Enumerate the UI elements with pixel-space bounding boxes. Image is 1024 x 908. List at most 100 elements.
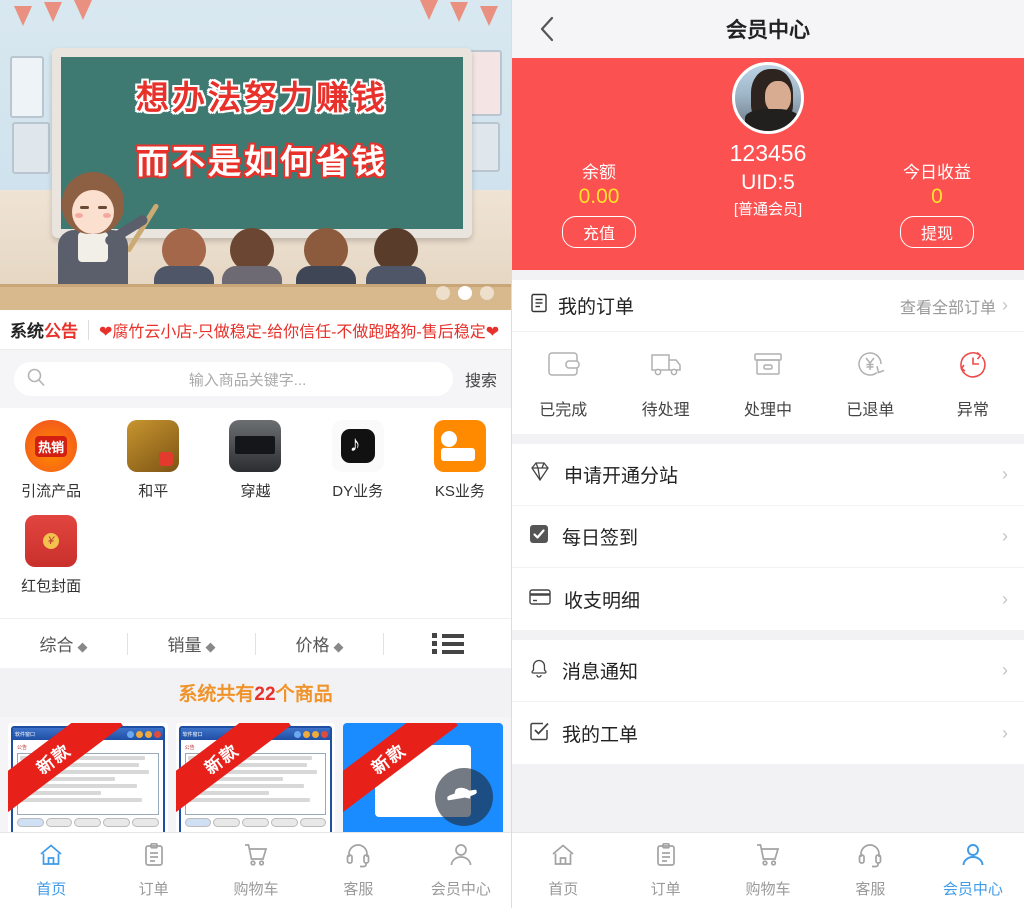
order-status-label: 异常: [956, 402, 989, 419]
menu-item-daily-checkin[interactable]: 每日签到 ›: [512, 506, 1024, 568]
sort-indicator: ◆: [77, 639, 88, 654]
avatar[interactable]: [732, 62, 804, 134]
tab-member-center[interactable]: 会员中心: [922, 833, 1024, 908]
sort-option-sales[interactable]: 销量 ◆: [128, 631, 255, 656]
order-status-refunded[interactable]: 已退单: [819, 348, 921, 420]
list-view-icon[interactable]: [384, 633, 511, 654]
order-status-label: 已完成: [539, 402, 588, 419]
wall-poster-left: [10, 56, 44, 118]
category-item-5[interactable]: ¥ 红包封面: [0, 515, 102, 596]
headset-icon: [857, 842, 883, 873]
sort-option-comprehensive[interactable]: 综合 ◆: [0, 631, 127, 656]
promo-banner[interactable]: 想办法努力赚钱 而不是如何省钱: [0, 0, 511, 310]
bottom-tabbar-left: 首页 订单 购物车 客服 会员中心: [0, 832, 511, 908]
menu-item-apply-substation[interactable]: 申请开通分站 ›: [512, 444, 1024, 506]
search-icon: [26, 367, 46, 392]
order-status-processing[interactable]: 处理中: [717, 348, 819, 420]
tab-cart[interactable]: 购物车: [205, 833, 307, 908]
income-value: 0: [931, 185, 943, 208]
menu-item-notifications[interactable]: 消息通知 ›: [512, 640, 1024, 702]
category-item-2[interactable]: 穿越: [204, 420, 306, 501]
balance-value: 0.00: [578, 185, 620, 208]
tab-orders[interactable]: 订单: [102, 833, 204, 908]
tab-cart[interactable]: 购物车: [717, 833, 819, 908]
view-all-orders-link[interactable]: 查看全部订单: [900, 294, 996, 318]
carousel-dot-3[interactable]: [480, 286, 494, 300]
menu-label: 申请开通分站: [564, 466, 679, 487]
floating-action-icon[interactable]: [435, 768, 493, 826]
system-announcement-bar[interactable]: 系统公告 ❤腐竹云小店-只做稳定-给你信任-不做跑路狗-售后稳定❤: [0, 310, 511, 350]
balance-label: 余额: [582, 163, 616, 182]
announcement-tag-suffix: 公告: [44, 322, 78, 341]
tab-support[interactable]: 客服: [819, 833, 921, 908]
product-card[interactable]: 软件窗口 公告 新款: [175, 723, 336, 843]
tab-home[interactable]: 首页: [512, 833, 614, 908]
app-screen: 想办法努力赚钱 而不是如何省钱 系统公告 ❤腐竹云小店-只做稳定-给你信任-不做…: [0, 0, 1024, 908]
checkbox-outline-icon: [528, 720, 550, 747]
menu-item-my-tickets[interactable]: 我的工单 ›: [512, 702, 1024, 764]
order-icon: [653, 842, 679, 873]
tab-support[interactable]: 客服: [307, 833, 409, 908]
chevron-right-icon: ›: [1002, 660, 1008, 680]
search-input[interactable]: 输入商品关键字...: [54, 369, 441, 390]
order-status-label: 处理中: [744, 402, 793, 419]
peace-elite-game-icon: [127, 420, 180, 472]
order-status-completed[interactable]: 已完成: [512, 348, 614, 420]
sort-label: 综合: [39, 636, 74, 655]
member-level: [普通会员]: [733, 201, 803, 218]
hot-sale-icon: 热销: [25, 420, 78, 472]
cart-icon: [243, 842, 269, 873]
clipboard-icon: [528, 292, 550, 319]
chevron-right-icon: ›: [1002, 588, 1008, 609]
product-card[interactable]: 软件窗口 公告 新款: [8, 723, 168, 843]
announcement-text: ❤腐竹云小店-只做稳定-给你信任-不做跑路狗-售后稳定❤: [99, 323, 500, 341]
chevron-left-icon[interactable]: [532, 14, 562, 44]
income-block: 今日收益 0 提现: [862, 158, 1012, 248]
carousel-dot-1[interactable]: [436, 286, 450, 300]
tab-home[interactable]: 首页: [0, 833, 102, 908]
tab-orders[interactable]: 订单: [614, 833, 716, 908]
tab-label: 订单: [138, 881, 169, 898]
chevron-right-icon: ›: [1002, 722, 1008, 743]
tab-label: 会员中心: [430, 881, 491, 898]
product-list: 软件窗口 公告 新款 软件窗口 公告 新款 新款: [0, 717, 511, 843]
left-panel-home: 想办法努力赚钱 而不是如何省钱 系统公告 ❤腐竹云小店-只做稳定-给你信任-不做…: [0, 0, 512, 908]
menu-group-2: 消息通知 › 我的工单 ›: [512, 640, 1024, 764]
menu-label: 每日签到: [562, 528, 639, 549]
tab-member-center[interactable]: 会员中心: [410, 833, 511, 908]
tab-label: 首页: [36, 881, 67, 898]
count-prefix: 系统共有: [178, 684, 255, 705]
user-icon: [960, 842, 986, 873]
box-icon: [751, 348, 785, 385]
bunting-decoration: [0, 0, 511, 40]
withdraw-button[interactable]: 提现: [899, 216, 974, 248]
orders-title: 我的订单: [558, 297, 635, 318]
sort-bar: 综合 ◆ 销量 ◆ 价格 ◆: [0, 618, 511, 668]
search-input-container[interactable]: 输入商品关键字...: [14, 362, 453, 396]
recharge-button[interactable]: 充值: [561, 216, 636, 248]
announcement-divider: [88, 319, 89, 340]
sort-option-price[interactable]: 价格 ◆: [256, 631, 383, 656]
order-status-pending[interactable]: 待处理: [614, 348, 716, 420]
carousel-dots[interactable]: [436, 286, 494, 300]
member-username: 123456: [729, 140, 807, 166]
member-header: 123456 UID:5 [普通会员] 余额 0.00 充值 今日收益 0 提现: [512, 58, 1024, 270]
carousel-dot-2[interactable]: [458, 286, 472, 300]
search-bar: 输入商品关键字... 搜索: [0, 350, 511, 408]
category-item-4[interactable]: KS业务: [409, 420, 511, 501]
orders-card: 我的订单 查看全部订单 › 已完成 待处理 处理中 已退单 异常: [512, 280, 1024, 434]
announcement-tag: 系统公告: [10, 317, 78, 342]
product-count-banner: 系统共有22个商品: [0, 668, 511, 717]
menu-item-transaction-details[interactable]: 收支明细 ›: [512, 568, 1024, 630]
category-item-3[interactable]: DY业务: [307, 420, 409, 501]
bell-icon: [528, 657, 550, 684]
search-button[interactable]: 搜索: [465, 367, 497, 391]
order-status-abnormal[interactable]: 异常: [922, 348, 1024, 420]
category-item-0[interactable]: 热销 引流产品: [0, 420, 102, 501]
tab-label: 客服: [855, 881, 886, 898]
chevron-right-icon: ›: [1002, 526, 1008, 546]
right-panel-member-center: 会员中心 123456 UID:5 [普通会员] 余额 0.00 充值 今日收益…: [512, 0, 1024, 908]
category-item-1[interactable]: 和平: [102, 420, 204, 501]
crossfire-game-icon: [229, 420, 282, 472]
douyin-icon: [331, 420, 384, 472]
